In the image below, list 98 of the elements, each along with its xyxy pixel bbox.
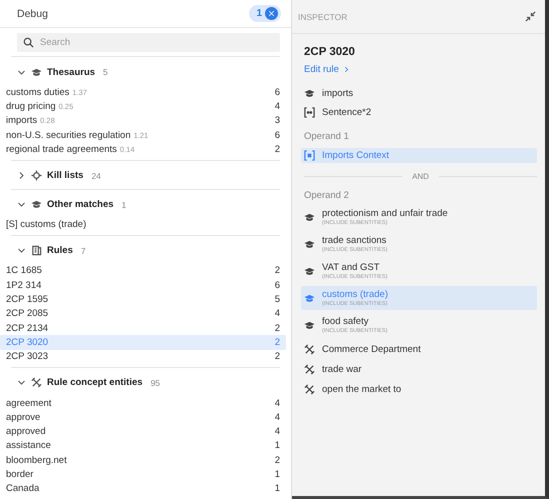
- list-item-label: border: [6, 469, 34, 480]
- match-count: 2: [274, 454, 280, 466]
- operator-label: AND: [304, 172, 537, 181]
- crosshair-icon: [31, 170, 42, 182]
- graduation-cap-icon: [31, 199, 42, 210]
- crossed-tools-icon: [304, 364, 315, 375]
- panel-title: INSPECTOR: [298, 12, 348, 22]
- match-count: 2: [274, 265, 280, 276]
- operand-term: trade sanctions: [322, 235, 388, 246]
- chevron-right-icon: [342, 66, 350, 73]
- list-row[interactable]: agreement 4: [0, 396, 286, 410]
- list-row[interactable]: approved 4: [0, 424, 286, 439]
- panel-title: Debug: [17, 8, 48, 20]
- crossed-tools-icon: [304, 344, 315, 355]
- crossed-tools-icon: [31, 377, 42, 388]
- list-row[interactable]: 1C 1685 2: [0, 264, 286, 278]
- operand-term: protectionism and unfair trade: [322, 208, 448, 219]
- list-item-label: assistance: [6, 440, 51, 452]
- list-row[interactable]: 2CP 2085 4: [0, 306, 286, 322]
- section-header[interactable]: Other matches 1: [11, 194, 280, 215]
- graduation-cap-icon: [31, 66, 42, 78]
- graduation-cap-icon: [304, 212, 315, 222]
- match-count: 5: [274, 294, 280, 306]
- match-count: 1: [274, 469, 280, 480]
- list-row[interactable]: 2CP 3023 2: [0, 350, 286, 364]
- operand-item[interactable]: trade war: [301, 362, 537, 377]
- list-row[interactable]: bloomberg.net 2: [0, 453, 286, 468]
- operand-term: trade war: [322, 364, 362, 375]
- crossed-tools-icon: [304, 384, 315, 395]
- search-field[interactable]: Search: [17, 33, 280, 52]
- list-row[interactable]: Canada 1: [0, 482, 286, 496]
- rule-name: 2CP 3020: [304, 46, 356, 58]
- collapse-button[interactable]: [525, 11, 536, 22]
- match-count: 4: [274, 308, 280, 320]
- search-icon: [23, 37, 34, 48]
- match-count: 1: [274, 483, 280, 494]
- operand-item[interactable]: open the market to: [301, 382, 537, 397]
- operand-heading: Operand 1: [304, 131, 350, 142]
- list-item-label: 2CP 2134: [6, 322, 48, 334]
- section-header[interactable]: Rule concept entities 95: [11, 372, 280, 393]
- graduation-cap-icon: [304, 238, 315, 250]
- list-item-label: Canada: [6, 483, 40, 494]
- clear-button[interactable]: [265, 7, 278, 20]
- list-item-label: 1C 1685: [6, 265, 42, 276]
- collapse-arrows-icon: [525, 11, 536, 22]
- section-header[interactable]: Kill lists 24: [11, 166, 280, 186]
- operand-term: food safety: [322, 316, 370, 327]
- operand-term: open the market to: [322, 384, 402, 395]
- list-row[interactable]: border 1: [0, 467, 286, 482]
- operand-term: Imports Context: [322, 150, 390, 161]
- list-row[interactable]: 2CP 2134 2: [0, 321, 286, 336]
- list-row[interactable]: 1P2 314 6: [0, 278, 286, 292]
- list-item-label: 2CP 3023: [6, 351, 48, 362]
- bracketed-square-icon: [304, 150, 315, 161]
- graduation-cap-icon: [304, 292, 315, 304]
- operand-item[interactable]: Commerce Department: [301, 342, 537, 357]
- match-count: 2: [274, 322, 280, 334]
- match-count: 2: [274, 144, 280, 155]
- match-count: 6: [274, 86, 280, 98]
- list-item-label: agreement: [6, 398, 52, 409]
- list-row[interactable]: [S] customs (trade): [0, 218, 286, 232]
- operand-term: Commerce Department: [322, 344, 421, 355]
- match-count: 2: [274, 336, 280, 348]
- match-count: 1: [274, 440, 280, 452]
- list-item-label: approved: [6, 426, 46, 438]
- edit-rule-link[interactable]: Edit rule: [304, 64, 350, 75]
- match-count: 4: [274, 398, 280, 409]
- graduation-cap-icon: [304, 88, 315, 99]
- match-count: 4: [274, 426, 280, 438]
- list-item-label: 2CP 3020: [6, 336, 48, 348]
- match-count: 6: [274, 130, 280, 141]
- operand-term: customs (trade): [322, 289, 388, 300]
- list-item-label: [S] customs (trade): [6, 219, 86, 230]
- list-item-label: 2CP 2085: [6, 308, 48, 320]
- brackets-icon: [304, 107, 315, 118]
- match-count: 3: [274, 115, 280, 126]
- graduation-cap-icon: [304, 266, 315, 276]
- operand-heading: Operand 2: [304, 190, 350, 201]
- list-item-label: 2CP 1595: [6, 294, 48, 306]
- section-header[interactable]: Thesaurus 5: [11, 62, 280, 82]
- rule-term: imports: [322, 88, 354, 99]
- list-row[interactable]: approve 4: [0, 410, 286, 425]
- close-icon: [268, 10, 275, 18]
- match-count: 4: [274, 101, 280, 112]
- list-item-label: bloomberg.net: [6, 454, 67, 466]
- match-count: 2: [274, 351, 280, 362]
- document-icon: [31, 245, 42, 256]
- match-count: 6: [274, 280, 280, 291]
- operand-term: VAT and GST: [322, 262, 381, 273]
- rule-term: Sentence*2: [322, 107, 372, 118]
- section-header[interactable]: Rules 7: [11, 240, 280, 261]
- list-row[interactable]: 2CP 1595 5: [0, 292, 286, 307]
- badge-count: 1: [256, 8, 262, 20]
- list-item-label: 1P2 314: [6, 280, 42, 291]
- graduation-cap-icon: [304, 320, 315, 330]
- match-count: 4: [274, 412, 280, 423]
- list-item-label: approve: [6, 412, 40, 423]
- list-row[interactable]: assistance 1: [0, 438, 286, 454]
